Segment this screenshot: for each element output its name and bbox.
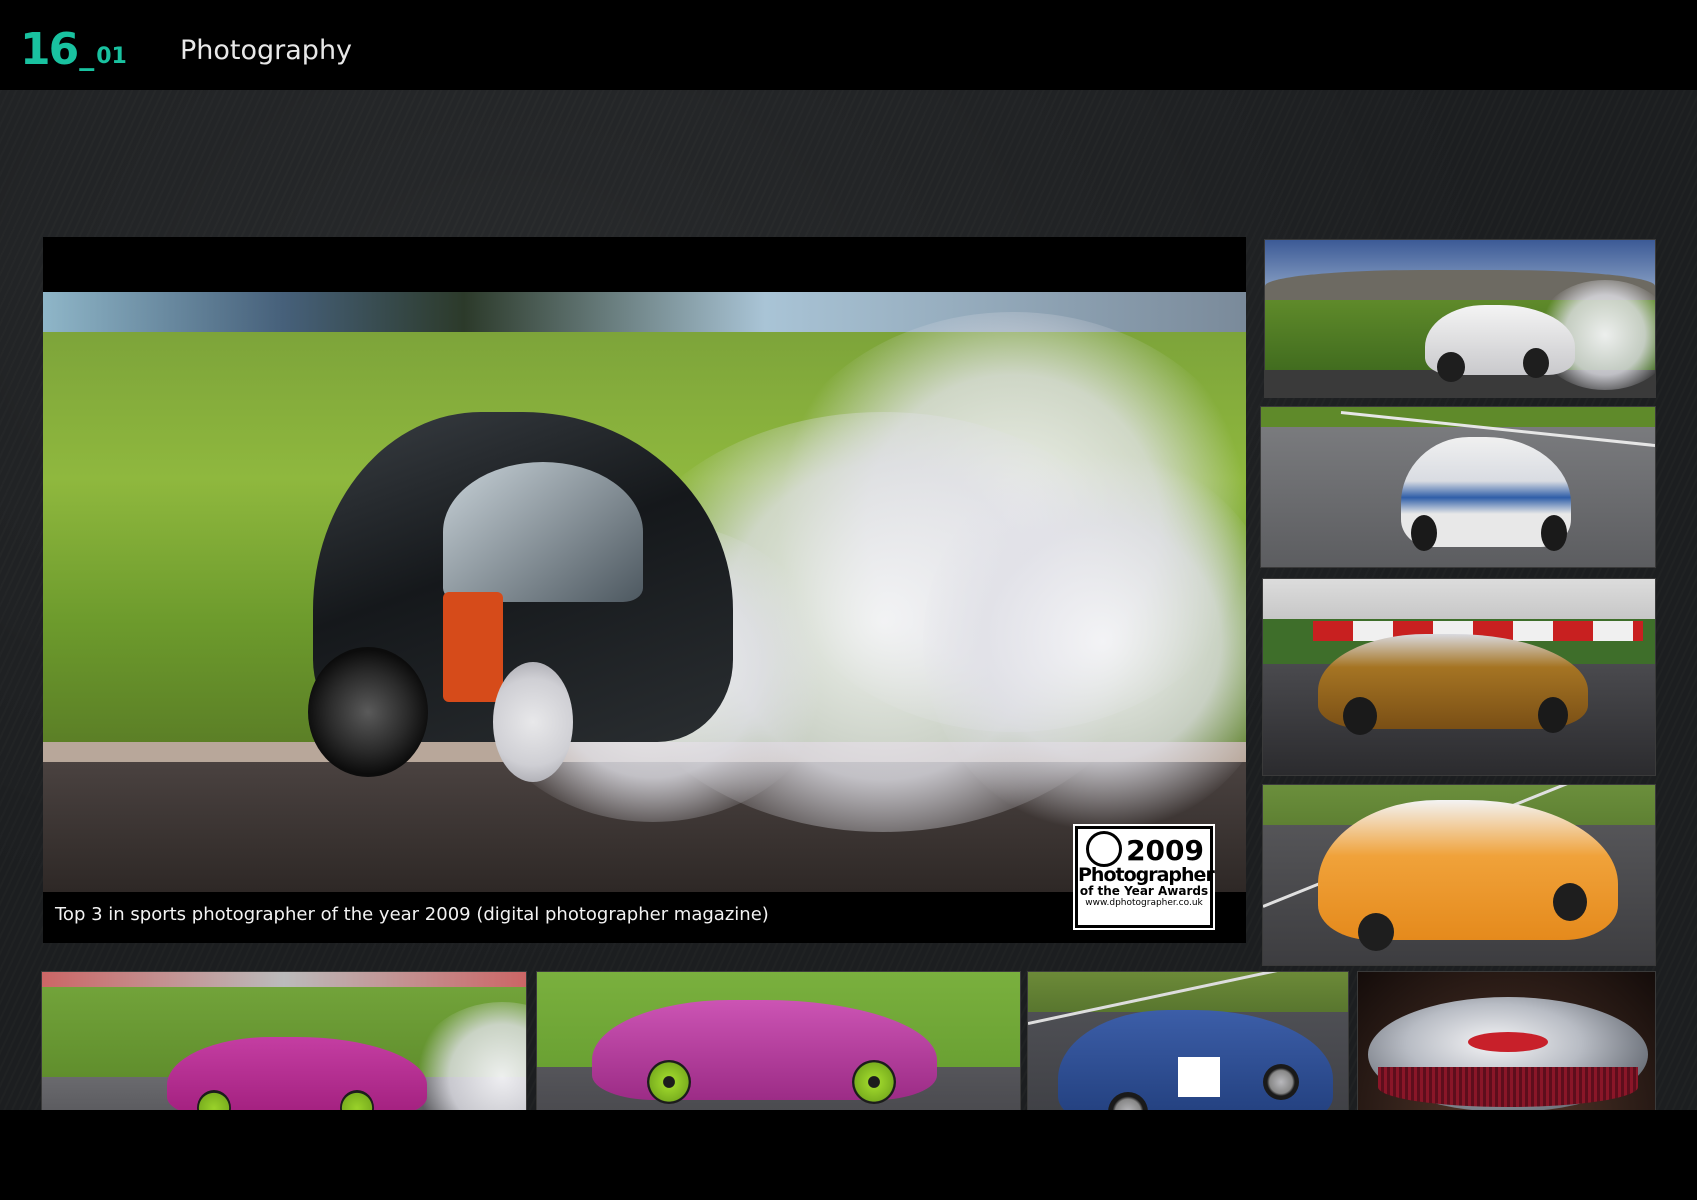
award-subtitle: of the Year Awards bbox=[1079, 884, 1209, 898]
footer-bar bbox=[0, 1110, 1697, 1200]
thumbnail-white-drift-car[interactable] bbox=[1264, 239, 1656, 398]
thumbnail-rally-audi[interactable] bbox=[1260, 406, 1656, 568]
camera-icon bbox=[1086, 831, 1122, 867]
thumbnail-andrews-rally-car[interactable] bbox=[1262, 784, 1656, 966]
logo-major-number: 16 bbox=[20, 24, 79, 75]
main-photo-drift-car[interactable] bbox=[43, 292, 1246, 892]
logo-separator: _ bbox=[79, 37, 95, 72]
award-badge: 2009 Photographer of the Year Awards www… bbox=[1075, 826, 1215, 928]
main-photo-caption: Top 3 in sports photographer of the year… bbox=[55, 904, 769, 925]
section-logo: 16 _ 01 bbox=[20, 22, 127, 72]
award-title: Photographer bbox=[1078, 864, 1215, 886]
page-title: Photography bbox=[180, 35, 353, 66]
gallery-stage: Top 3 in sports photographer of the year… bbox=[0, 90, 1697, 1155]
award-url: www.dphotographer.co.uk bbox=[1085, 898, 1203, 908]
main-photo-frame[interactable]: Top 3 in sports photographer of the year… bbox=[43, 237, 1246, 943]
thumbnail-gold-skyline[interactable] bbox=[1262, 578, 1656, 776]
logo-minor-number: 01 bbox=[96, 44, 127, 69]
header: 16 _ 01 Photography bbox=[0, 0, 1697, 90]
